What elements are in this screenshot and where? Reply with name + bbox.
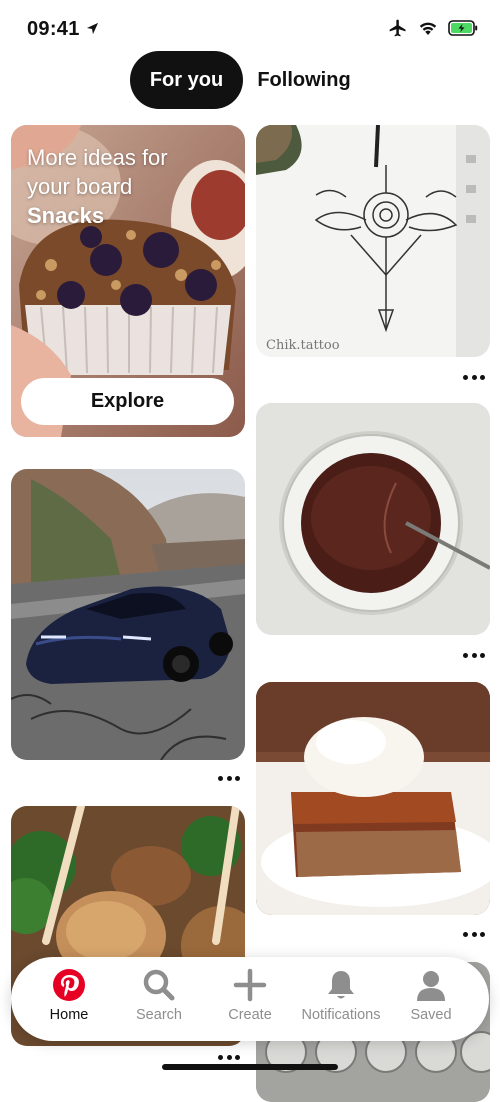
- nav-create[interactable]: Create: [204, 957, 296, 1041]
- promo-text: More ideas for your board Snacks: [27, 143, 168, 230]
- profile-icon: [417, 971, 445, 1001]
- battery-icon: [448, 20, 478, 36]
- search-icon: [143, 969, 175, 1001]
- pin-dessert-more-button[interactable]: [463, 930, 485, 938]
- tattoo-watermark: Chik.tattoo: [266, 338, 340, 353]
- explore-button[interactable]: Explore: [21, 378, 234, 425]
- dessert-image: [256, 682, 490, 915]
- promo-line-2: your board: [27, 174, 133, 199]
- pin-dessert[interactable]: [256, 682, 490, 915]
- pin-tattoo-more-button[interactable]: [463, 373, 485, 381]
- nav-search[interactable]: Search: [113, 957, 205, 1041]
- board-promo-card[interactable]: More ideas for your board Snacks Explore: [11, 125, 245, 437]
- nav-saved-label: Saved: [410, 1007, 452, 1023]
- promo-line-1: More ideas for: [27, 145, 168, 170]
- nav-saved[interactable]: Saved: [385, 957, 477, 1041]
- bell-icon: [328, 971, 354, 999]
- pin-chocolate-bowl[interactable]: [256, 403, 490, 635]
- status-time: 09:41: [27, 18, 80, 40]
- pinterest-logo-icon: [53, 969, 85, 1001]
- plus-icon: [233, 968, 267, 1002]
- nav-home[interactable]: Home: [23, 957, 115, 1041]
- location-arrow-icon: [86, 22, 99, 35]
- pin-chicken-more-button[interactable]: [218, 1053, 240, 1061]
- tattoo-sketch-image: Chik.tattoo: [256, 125, 490, 357]
- promo-board-name: Snacks: [27, 203, 105, 228]
- bottom-nav-bar: Home Search Create Notifications Saved: [11, 957, 489, 1041]
- status-bar: 09:41: [0, 0, 500, 58]
- nav-home-label: Home: [49, 1007, 89, 1023]
- home-indicator[interactable]: [162, 1064, 338, 1070]
- wifi-icon: [419, 22, 437, 35]
- pin-car[interactable]: [11, 469, 245, 760]
- airplane-icon: [389, 19, 406, 37]
- nav-notifications[interactable]: Notifications: [295, 957, 387, 1041]
- car-image: [11, 469, 245, 760]
- pin-car-more-button[interactable]: [218, 774, 240, 782]
- tab-following[interactable]: Following: [243, 51, 365, 109]
- nav-search-label: Search: [136, 1007, 182, 1023]
- pin-tattoo-sketch[interactable]: Chik.tattoo: [256, 125, 490, 357]
- nav-notifications-label: Notifications: [301, 1007, 381, 1023]
- tab-for-you[interactable]: For you: [130, 51, 243, 109]
- nav-create-label: Create: [228, 1007, 272, 1023]
- pin-chocolate-more-button[interactable]: [463, 651, 485, 659]
- chocolate-bowl-image: [256, 403, 490, 635]
